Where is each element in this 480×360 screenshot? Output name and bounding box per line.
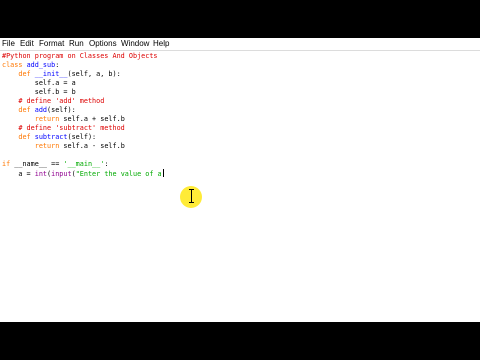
string-token: '__main__'	[63, 160, 105, 168]
code-editor[interactable]: #Python program on Classes And Objects c…	[0, 51, 480, 322]
code-line: def add(self):	[2, 106, 76, 115]
code-token: :	[104, 160, 109, 168]
menu-run[interactable]: Run	[69, 39, 84, 49]
function-name-token: __init__	[34, 70, 68, 78]
keyword-token: class	[2, 61, 23, 69]
code-line: class add_sub:	[2, 61, 59, 70]
code-line: if __name__ == '__main__':	[2, 160, 108, 169]
comment-token: # define 'add' method	[18, 97, 105, 105]
menu-bar: File Edit Format Run Options Window Help	[0, 38, 480, 51]
code-line: def subtract(self):	[2, 133, 96, 142]
function-name-token: add	[34, 106, 48, 114]
code-token: :	[55, 61, 60, 69]
text-caret	[162, 169, 164, 177]
code-token: self.a - self.b	[59, 142, 125, 150]
comment-token: # define 'subtract' method	[18, 124, 125, 132]
keyword-token: def	[18, 106, 31, 114]
code-line: return self.a - self.b	[2, 142, 125, 151]
code-line: # define 'add' method	[2, 97, 104, 106]
idle-editor-window: File Edit Format Run Options Window Help…	[0, 38, 480, 322]
code-line: def __init__(self, a, b):	[2, 70, 121, 79]
code-line: return self.a + self.b	[2, 115, 125, 124]
code-token: self.a = a	[2, 79, 76, 87]
class-name-token: add_sub	[26, 61, 56, 69]
code-token: (self):	[67, 133, 97, 141]
menu-edit[interactable]: Edit	[20, 39, 34, 49]
keyword-token: if	[2, 160, 11, 168]
code-line: self.a = a	[2, 79, 76, 88]
builtin-token: input	[51, 170, 72, 178]
code-token: (self):	[47, 106, 76, 114]
keyword-token: def	[18, 70, 31, 78]
comment-token: #Python program on Classes And Objects	[2, 52, 158, 60]
code-token: (self, a, b):	[67, 70, 121, 78]
keyword-token: def	[18, 133, 31, 141]
function-name-token: subtract	[34, 133, 68, 141]
menu-options[interactable]: Options	[89, 39, 117, 49]
ibeam-cursor-icon	[189, 189, 194, 203]
code-line: #Python program on Classes And Objects	[2, 52, 158, 61]
menu-window[interactable]: Window	[121, 39, 149, 49]
keyword-token: return	[34, 142, 60, 150]
keyword-token: return	[34, 115, 60, 123]
code-line: a = int(input("Enter the value of a	[2, 169, 164, 178]
menu-format[interactable]: Format	[39, 39, 64, 49]
menu-help[interactable]: Help	[153, 39, 169, 49]
code-token: __name__ ==	[10, 160, 64, 168]
code-line: self.b = b	[2, 88, 76, 97]
code-token: self.b = b	[2, 88, 76, 96]
builtin-token: int	[34, 170, 48, 178]
code-token: self.a + self.b	[59, 115, 125, 123]
code-token: a =	[18, 170, 35, 178]
string-token: "Enter the value of a	[75, 170, 162, 178]
code-line: # define 'subtract' method	[2, 124, 125, 133]
menu-file[interactable]: File	[2, 39, 15, 49]
